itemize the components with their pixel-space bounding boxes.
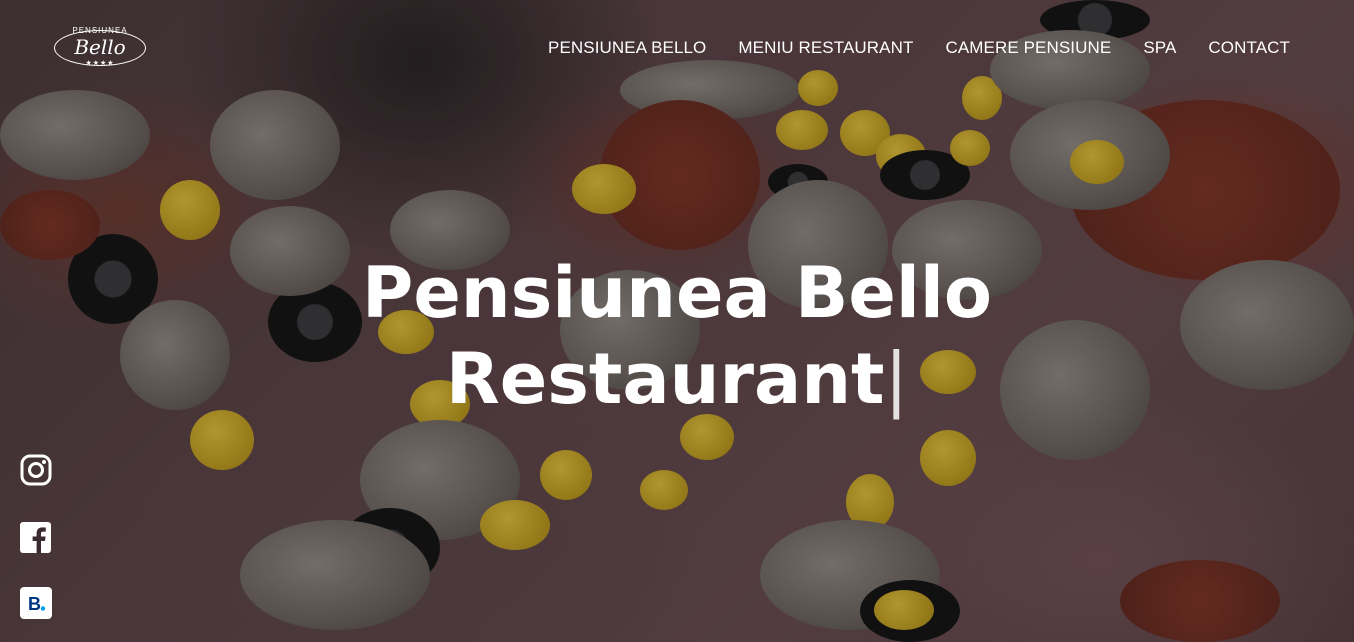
nav-item-contact[interactable]: CONTACT: [1208, 38, 1290, 58]
site-logo[interactable]: PENSIUNEA Bello ★★★★: [54, 26, 146, 70]
hero-title-line2: Restaurant: [445, 338, 885, 420]
nav-item-pensiunea-bello[interactable]: PENSIUNEA BELLO: [548, 38, 706, 58]
nav-item-spa[interactable]: SPA: [1143, 38, 1176, 58]
hero-title-line1: Pensiunea Bello: [362, 252, 992, 334]
logo-script-text: Bello: [74, 35, 126, 59]
nav-item-meniu-restaurant[interactable]: MENIU RESTAURANT: [738, 38, 913, 58]
logo-top-text: PENSIUNEA: [72, 26, 128, 35]
facebook-link[interactable]: [20, 522, 52, 554]
hero-title: Pensiunea Bello Restaurant|: [0, 250, 1354, 422]
main-nav: PENSIUNEA BELLO MENIU RESTAURANT CAMERE …: [548, 38, 1290, 58]
booking-icon: B: [20, 587, 52, 619]
instagram-link[interactable]: [20, 454, 52, 486]
instagram-icon: [20, 454, 52, 486]
typing-cursor: |: [884, 338, 909, 420]
booking-link[interactable]: B: [20, 587, 52, 619]
facebook-icon: [20, 522, 51, 553]
svg-text:B: B: [28, 594, 41, 614]
nav-item-camere-pensiune[interactable]: CAMERE PENSIUNE: [945, 38, 1111, 58]
hero-title-line2-wrap: Restaurant|: [0, 336, 1354, 422]
logo-stars: ★★★★: [85, 59, 115, 67]
